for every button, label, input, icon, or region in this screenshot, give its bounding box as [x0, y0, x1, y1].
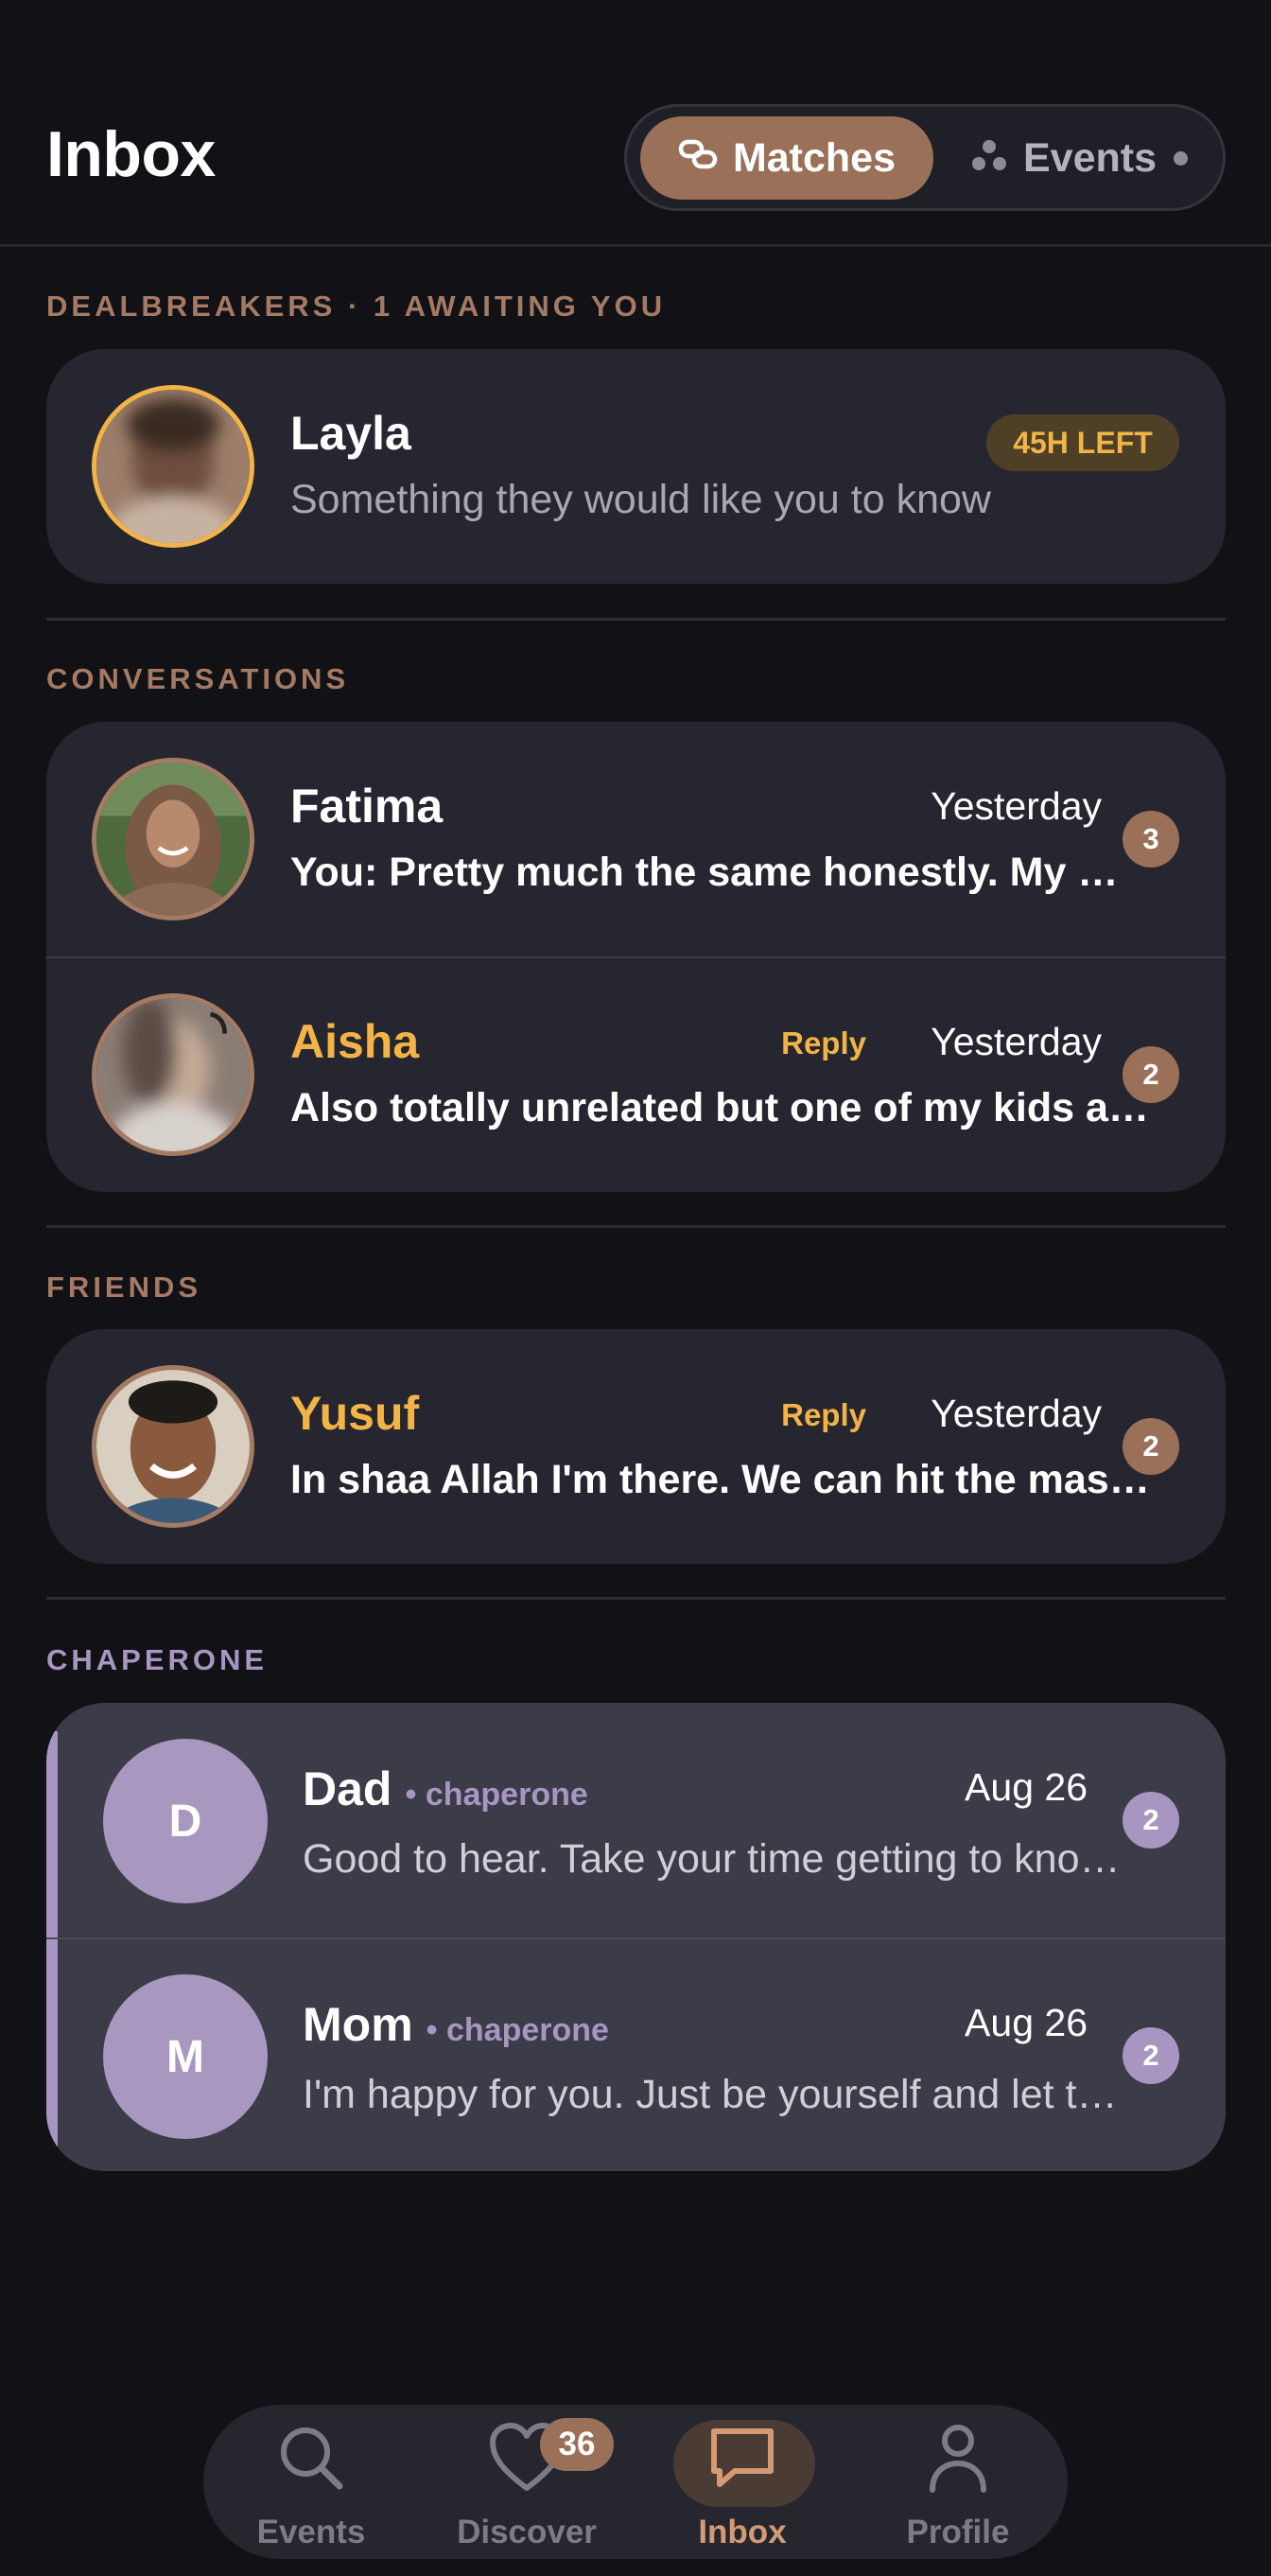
dealbreaker-card[interactable]: Layla 45H LEFT Something they would like…: [46, 349, 1226, 584]
section-label-conversations: CONVERSATIONS: [46, 662, 350, 695]
divider: [46, 1225, 1226, 1228]
message-preview: Also totally unrelated but one of my kid…: [290, 1085, 1151, 1130]
header: Inbox Matches Events: [0, 0, 1271, 247]
unread-count-badge: 2: [1123, 1046, 1179, 1103]
contact-name: Yusuf: [290, 1387, 420, 1440]
avatar: [92, 993, 254, 1156]
tab-inbox[interactable]: Inbox: [635, 2405, 850, 2559]
contact-name: Aisha: [290, 1015, 420, 1068]
message-preview: Something they would like you to know: [290, 477, 991, 522]
tab-label: Profile: [906, 2514, 1010, 2550]
avatar: [92, 385, 254, 548]
message-preview: I'm happy for you. Just be yourself and …: [303, 2072, 1137, 2117]
link-icon: [678, 135, 733, 182]
segment-matches[interactable]: Matches: [640, 116, 933, 200]
bottom-tab-bar: Events Discover Inbox Profile: [203, 2405, 1068, 2559]
contact-name-line: Mom • chaperone: [303, 1997, 609, 2052]
message-time: Yesterday: [931, 784, 1102, 828]
conversations-card: Fatima Yesterday You: Pretty much the sa…: [46, 722, 1226, 1192]
reply-tag: Reply: [781, 1397, 866, 1432]
reply-tag: Reply: [781, 1025, 866, 1060]
dots-icon: [970, 135, 1023, 182]
section-label-chaperone: CHAPERONE: [46, 1643, 269, 1676]
search-icon: [275, 2422, 347, 2498]
contact-name-line: Dad • chaperone: [303, 1761, 588, 1816]
avatar: [92, 1365, 254, 1528]
segmented-control: Matches Events: [624, 104, 1226, 211]
new-indicator-dot: [1174, 150, 1188, 166]
chaperone-tag: • chaperone: [426, 2012, 609, 2048]
tab-label: Events: [256, 2514, 366, 2550]
contact-name: Layla: [290, 407, 411, 460]
list-item[interactable]: Layla 45H LEFT Something they would like…: [46, 349, 1226, 584]
person-icon: [925, 2422, 991, 2498]
contact-name: Fatima: [290, 780, 444, 832]
unread-count-badge: 3: [1123, 811, 1179, 867]
conversation-row-mom[interactable]: M Mom • chaperone Aug 26 I'm happy for yo…: [46, 1938, 1226, 2171]
message-preview: In shaa Allah I'm there. We can hit the …: [290, 1457, 1151, 1502]
contact-name: Dad: [303, 1762, 392, 1815]
unread-count-badge: 2: [1123, 1418, 1179, 1475]
conversation-row-yusuf[interactable]: Yusuf Reply Yesterday In shaa Allah I'm …: [46, 1329, 1226, 1564]
time-left-badge: 45H LEFT: [986, 414, 1179, 471]
inbox-count-badge: 36: [540, 2418, 614, 2471]
tab-profile[interactable]: Profile: [850, 2405, 1066, 2559]
tab-label: Inbox: [698, 2514, 787, 2550]
message-time: Aug 26: [965, 2001, 1088, 2044]
chaperone-tag: • chaperone: [405, 1777, 588, 1813]
message-preview: Good to hear. Take your time getting to …: [303, 1836, 1137, 1882]
divider: [46, 618, 1226, 621]
avatar: M: [103, 1974, 268, 2139]
conversation-row-fatima[interactable]: Fatima Yesterday You: Pretty much the sa…: [46, 722, 1226, 956]
friends-card: Yusuf Reply Yesterday In shaa Allah I'm …: [46, 1329, 1226, 1564]
chat-icon: [706, 2422, 778, 2498]
message-time: Yesterday: [931, 1392, 1102, 1435]
section-label-friends: FRIENDS: [46, 1270, 202, 1304]
contact-name: Mom: [303, 1998, 413, 2051]
message-preview: You: Pretty much the same honestly. My m…: [290, 850, 1151, 895]
chaperone-card: D Dad • chaperone Aug 26 Good to hear. Ta…: [46, 1703, 1226, 2171]
conversation-row-aisha[interactable]: Aisha Reply Yesterday Also totally unrel…: [46, 957, 1226, 1192]
conversation-row-dad[interactable]: D Dad • chaperone Aug 26 Good to hear. Ta…: [46, 1703, 1226, 1937]
unread-count-badge: 2: [1123, 1792, 1179, 1849]
avatar: D: [103, 1739, 268, 1903]
message-time: Yesterday: [931, 1020, 1102, 1063]
segment-events-label: Events: [1022, 134, 1157, 181]
page-title: Inbox: [46, 118, 216, 190]
tab-events[interactable]: Events: [203, 2405, 419, 2559]
unread-count-badge: 2: [1123, 2027, 1179, 2084]
segment-matches-label: Matches: [732, 134, 897, 181]
avatar: [92, 758, 254, 920]
divider: [46, 1597, 1226, 1600]
segment-events[interactable]: Events: [945, 116, 1213, 200]
section-label-dealbreakers: DEALBREAKERS · 1 AWAITING YOU: [46, 289, 667, 323]
message-time: Aug 26: [965, 1765, 1088, 1809]
tab-label: Discover: [457, 2514, 597, 2550]
